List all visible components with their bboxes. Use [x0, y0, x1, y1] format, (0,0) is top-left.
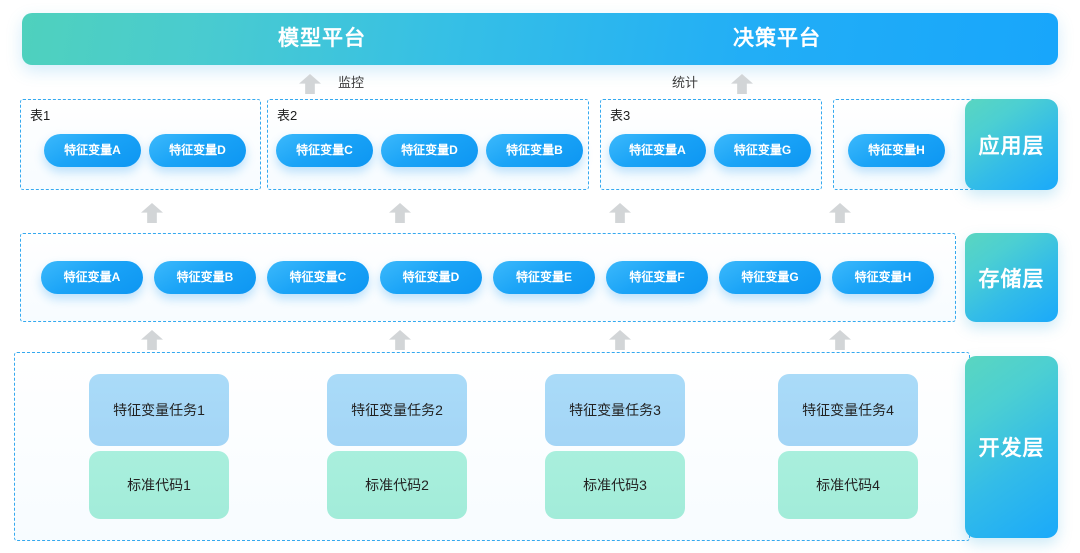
connector-band-app-storage [0, 203, 1080, 227]
dev-task-card[interactable]: 特征变量任务1 [89, 374, 229, 446]
storage-layer-container: 特征变量A 特征变量B 特征变量C 特征变量D 特征变量E 特征变量F 特征变量… [20, 233, 956, 322]
feature-pill[interactable]: 特征变量C [276, 134, 373, 167]
app-group-table2-label: 表2 [277, 108, 298, 123]
feature-pill[interactable]: 特征变量G [719, 261, 821, 294]
dev-code-card[interactable]: 标准代码1 [89, 451, 229, 519]
app-group-table1-label: 表1 [30, 108, 51, 123]
feature-pill[interactable]: 特征变量A [41, 261, 143, 294]
app-group-table3-label: 表3 [610, 108, 631, 123]
feature-pill[interactable]: 特征变量E [493, 261, 595, 294]
diagram-canvas: 模型平台 决策平台 监控 统计 表1 特征变量A 特征变量D 表2 特征变量C … [0, 0, 1080, 553]
feature-pill[interactable]: 特征变量H [848, 134, 945, 167]
feature-pill[interactable]: 特征变量H [832, 261, 934, 294]
feature-pill[interactable]: 特征变量F [606, 261, 708, 294]
development-layer-container: 特征变量任务1 标准代码1 特征变量任务2 标准代码2 特征变量任务3 标准代码… [14, 352, 970, 541]
feature-pill[interactable]: 特征变量A [609, 134, 706, 167]
app-group-table2: 表2 特征变量C 特征变量D 特征变量B [267, 99, 589, 190]
flow-label-row: 监控 统计 [0, 70, 1080, 96]
dev-code-card[interactable]: 标准代码2 [327, 451, 467, 519]
dev-task-card[interactable]: 特征变量任务2 [327, 374, 467, 446]
connector-up-arrow-icon [829, 203, 851, 223]
connector-up-arrow-icon [141, 203, 163, 223]
platform-title-model: 模型平台 [278, 27, 366, 50]
connector-up-arrow-icon [141, 330, 163, 350]
dev-task-card[interactable]: 特征变量任务4 [778, 374, 918, 446]
connector-up-arrow-icon [389, 203, 411, 223]
app-group-table3: 表3 特征变量A 特征变量G [600, 99, 822, 190]
feature-pill[interactable]: 特征变量A [44, 134, 141, 167]
feature-pill[interactable]: 特征变量D [380, 261, 482, 294]
layer-badge-application: 应用层 [965, 99, 1058, 190]
feature-pill[interactable]: 特征变量D [381, 134, 478, 167]
statistics-up-arrow-icon [731, 74, 753, 94]
platform-title-decision: 决策平台 [733, 27, 821, 50]
monitor-up-arrow-icon [299, 74, 321, 94]
dev-code-card[interactable]: 标准代码3 [545, 451, 685, 519]
platform-bar: 模型平台 决策平台 [22, 13, 1058, 65]
feature-pill[interactable]: 特征变量G [714, 134, 811, 167]
dev-code-card[interactable]: 标准代码4 [778, 451, 918, 519]
connector-up-arrow-icon [389, 330, 411, 350]
connector-band-storage-dev [0, 330, 1080, 354]
feature-pill[interactable]: 特征变量C [267, 261, 369, 294]
layer-badge-development: 开发层 [965, 356, 1058, 538]
feature-pill[interactable]: 特征变量B [154, 261, 256, 294]
connector-up-arrow-icon [609, 330, 631, 350]
feature-pill[interactable]: 特征变量B [486, 134, 583, 167]
feature-pill[interactable]: 特征变量D [149, 134, 246, 167]
connector-up-arrow-icon [829, 330, 851, 350]
flow-label-monitor: 监控 [338, 75, 365, 90]
flow-label-statistics: 统计 [672, 75, 699, 90]
dev-task-card[interactable]: 特征变量任务3 [545, 374, 685, 446]
app-group-table1: 表1 特征变量A 特征变量D [20, 99, 261, 190]
layer-badge-storage: 存储层 [965, 233, 1058, 322]
connector-up-arrow-icon [609, 203, 631, 223]
